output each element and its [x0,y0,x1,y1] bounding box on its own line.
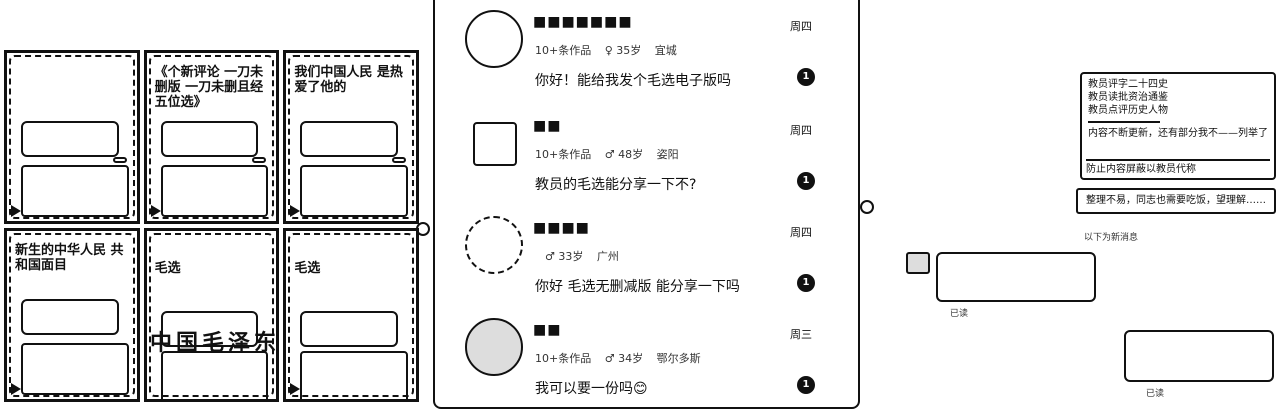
user-meta: 10+条作品 ♂ 48岁 姿阳 [535,146,689,162]
city-tag: 宜城 [654,44,677,57]
info-card: 教员评字二十四史 教员读批资治通鉴 教员点评历史人物 内容不断更新，还有部分我不… [1080,72,1276,180]
message-list-panel: ■■■■■■■ 10+条作品 ♀ 35岁 宜城 周四 你好！能给我发个毛选电子版… [433,0,860,409]
tile-bubble [300,351,408,399]
city-tag: 鄂尔多斯 [656,352,701,365]
tile-headline: 新生的中华人民 共和国面目 [15,243,124,273]
city-tag: 广州 [596,250,619,263]
avatar[interactable] [465,10,523,68]
play-icon [11,383,21,395]
list-item[interactable]: ■■ 10+条作品 ♂ 48岁 姿阳 周四 教员的毛选能分享一下不? 1 [435,104,858,204]
message-text: 你好！能给我发个毛选电子版吗 [535,73,731,89]
poster-tile[interactable]: 新生的中华人民 共和国面目 [4,228,140,402]
left-screenshot-panel: 《个新评论 一刀未删版 一刀未删且经五位选》 我们中国人民 是热爱了他的 新生的… [0,0,430,409]
works-count: 10+条作品 [535,148,592,161]
list-item[interactable]: ■■ 10+条作品 ♂ 34岁 鄂尔多斯 周三 我可以要一份吗😊 1 [435,308,858,408]
age-tag: ♂ 34岁 [604,352,644,365]
card-line: 教员评字二十四史 [1088,79,1168,90]
play-icon [290,383,301,395]
avatar[interactable] [906,252,930,274]
tile-headline: 我们中国人民 是热爱了他的 [294,65,403,95]
tile-headline: 毛选 [154,261,181,276]
works-count: 10+条作品 [535,44,592,57]
message-time: 周四 [790,226,812,239]
user-name: ■■ [533,322,562,338]
works-count: 10+条作品 [535,352,592,365]
tile-bubble [21,343,129,395]
message-time: 周四 [790,124,812,137]
user-meta: 10+条作品 ♂ 34岁 鄂尔多斯 [535,350,711,366]
message-text: 教员的毛选能分享一下不? [535,177,697,193]
age-tag: ♀ 35岁 [604,44,642,57]
message-time: 周三 [790,328,812,341]
tile-bubble [21,299,119,335]
tile-headline: 《个新评论 一刀未删版 一刀未删且经五位选》 [154,65,264,110]
tile-bubble [160,121,259,157]
tile-pill [392,157,406,163]
play-icon [11,205,21,217]
user-meta: 10+条作品 ♀ 35岁 宜城 [535,42,687,58]
card-line: 教员读批资治通鉴 [1088,92,1168,103]
unread-badge: 1 [797,172,815,190]
chat-panel: 教员评字二十四史 教员读批资治通鉴 教员点评历史人物 内容不断更新，还有部分我不… [860,0,1280,409]
tile-bubble [21,121,119,157]
unread-badge: 1 [797,376,815,394]
tile-pill [112,157,127,163]
play-icon [150,205,161,217]
avatar[interactable] [473,122,517,166]
user-meta: ♂ 33岁 广州 [535,248,629,264]
tile-bubble [160,165,269,217]
message-text: 你好 毛选无删减版 能分享一下吗 [535,279,740,295]
card-subtext: 防止内容屏蔽以教员代称 [1086,159,1270,176]
card-line: 教员点评历史人物 [1088,105,1168,116]
new-messages-label: 以下为新消息 [1084,233,1139,243]
poster-tile[interactable]: 毛选 [283,228,419,402]
poster-tile[interactable]: 《个新评论 一刀未删版 一刀未删且经五位选》 [143,50,280,224]
incoming-message-bubble[interactable] [936,252,1096,302]
card-note: 内容不断更新，还有部分我不——列举了 [1088,128,1268,139]
age-tag: ♂ 33岁 [545,250,584,263]
age-tag: ♂ 48岁 [604,148,644,161]
tile-bubble [160,351,269,399]
avatar[interactable] [465,318,523,376]
user-name: ■■ [533,118,562,134]
outgoing-message-bubble[interactable] [1124,330,1274,382]
message-time: 周四 [790,20,812,33]
tile-pill [252,157,267,163]
overlay-text: 中国毛泽东 [150,331,281,356]
poster-tile[interactable]: 我们中国人民 是热爱了他的 [283,50,419,224]
city-tag: 姿阳 [656,148,679,161]
user-name: ■■■■ [533,220,590,236]
read-status: 已读 [1146,389,1165,399]
list-item[interactable]: ■■■■■■■ 10+条作品 ♀ 35岁 宜城 周四 你好！能给我发个毛选电子版… [435,0,858,100]
tile-bubble [300,311,398,347]
avatar[interactable] [465,216,523,274]
message-text: 我可以要一份吗😊 [535,381,648,397]
warning-message: 整理不易，同志也需要吃饭，望理解…… [1076,188,1276,214]
tile-bubble [300,165,408,217]
user-name: ■■■■■■■ [533,14,633,30]
tile-bubble [21,165,129,217]
play-icon [290,205,301,217]
swipe-indicator-icon[interactable] [860,200,874,214]
tile-headline: 毛选 [294,261,321,276]
read-status: 已读 [950,309,969,319]
tile-bubble [300,121,398,157]
poster-tile[interactable]: 毛选 [143,228,280,402]
divider [1088,121,1160,123]
swipe-indicator-icon[interactable] [416,222,430,236]
unread-badge: 1 [797,68,815,86]
unread-badge: 1 [797,274,815,292]
poster-tile[interactable] [4,50,140,224]
list-item[interactable]: ■■■■ ♂ 33岁 广州 周四 你好 毛选无删减版 能分享一下吗 1 [435,206,858,306]
